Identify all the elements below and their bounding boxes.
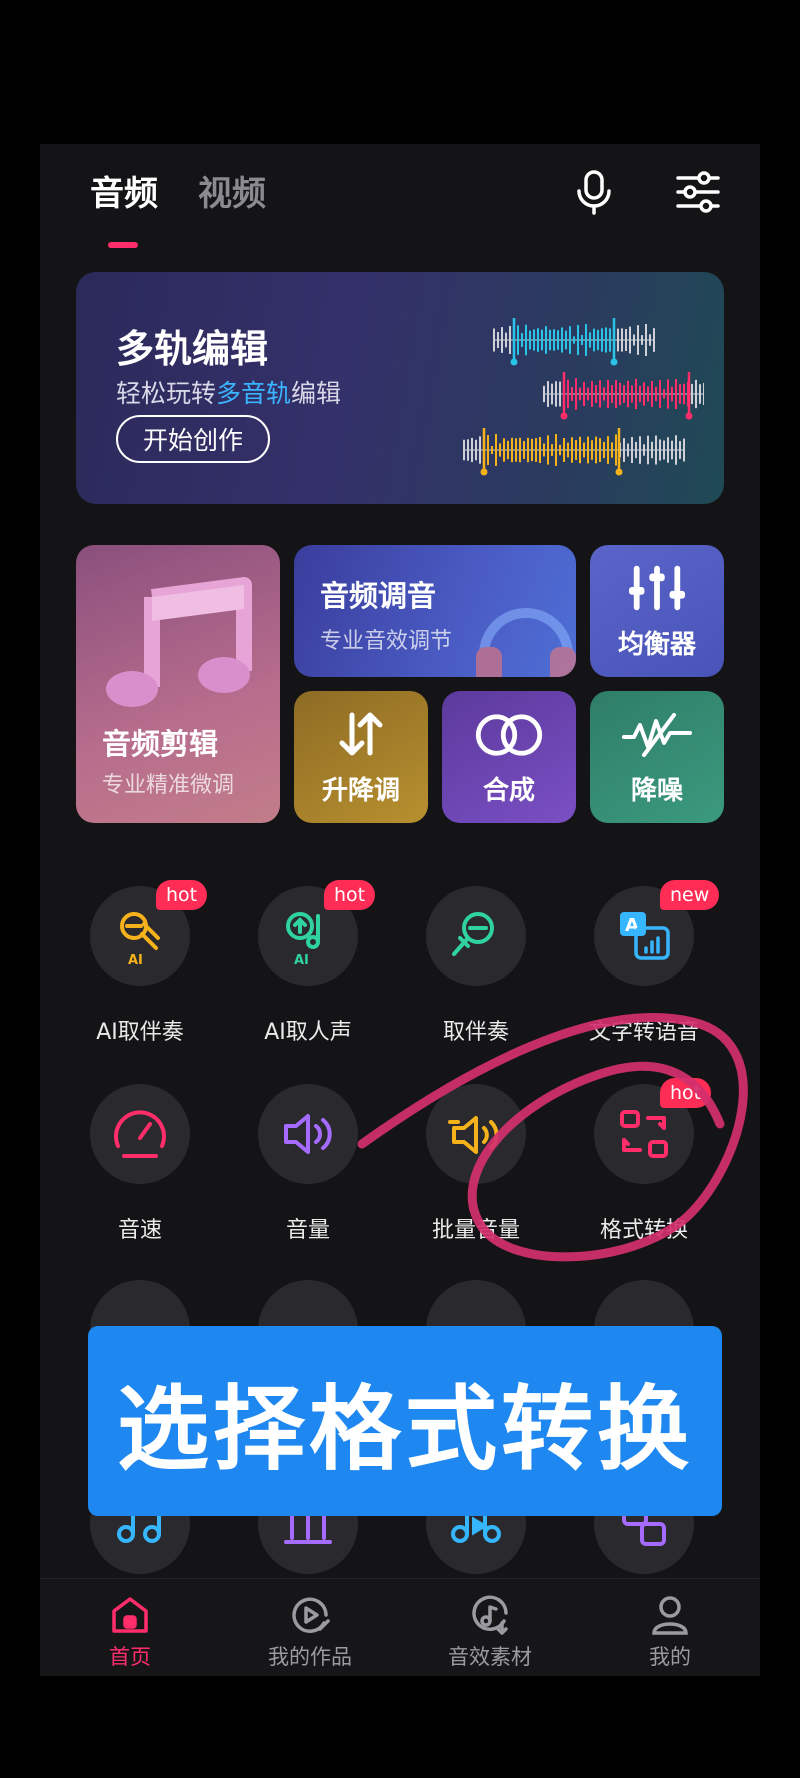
top-tabs: 音频 视频	[90, 166, 266, 248]
sliders-icon[interactable]	[674, 168, 722, 216]
speaker-batch-icon	[448, 1116, 499, 1154]
multitrack-banner[interactable]: 多轨编辑 轻松玩转多音轨编辑 开始创作	[76, 272, 724, 504]
badge-new: new	[660, 880, 720, 910]
mix-card[interactable]: 合成	[442, 691, 576, 823]
nav-label: 音效素材	[448, 1645, 532, 1669]
badge-hot: hot	[660, 1078, 712, 1108]
tool-speed[interactable]: 音速	[56, 1084, 224, 1264]
tool-accompaniment[interactable]: 取伴奏	[392, 886, 560, 1066]
nav-me[interactable]: 我的	[580, 1579, 760, 1676]
wave-marker-dot	[685, 412, 693, 420]
tool-text-to-speech[interactable]: A new 文字转语音	[560, 880, 728, 1066]
tool-label: AI取人声	[264, 1020, 352, 1045]
speaker-icon	[284, 1114, 332, 1154]
headphones-icon	[476, 608, 576, 677]
tool-label: 格式转换	[599, 1218, 688, 1243]
nav-label: 首页	[109, 1645, 151, 1669]
tool-format-convert[interactable]: hot 格式转换	[560, 1078, 728, 1264]
multitrack-waveform-icon	[463, 318, 704, 476]
tool-ai-vocal[interactable]: AI hot AI取人声	[224, 880, 392, 1066]
noise-reduction-title: 降噪	[630, 776, 683, 806]
banner-title: 多轨编辑	[116, 327, 269, 371]
tool-label: 批量音量	[431, 1218, 520, 1243]
wave-marker-dot	[560, 412, 568, 420]
nav-my-works[interactable]: 我的作品	[220, 1579, 400, 1676]
badge-hot: hot	[324, 880, 376, 910]
wave-marker-dot	[510, 358, 518, 366]
bottom-nav: 首页 我的作品 音效素材 我的	[40, 1578, 760, 1676]
overlay-caption: 选择格式转换	[88, 1326, 722, 1516]
tool-label: 文字转语音	[588, 1020, 699, 1045]
tool-circle	[426, 886, 526, 986]
tool-label: AI取伴奏	[96, 1020, 184, 1045]
tool-label: 取伴奏	[442, 1020, 509, 1045]
ai-mic-icon: AI	[120, 912, 160, 966]
tool-ai-accompaniment[interactable]: AI hot AI取伴奏	[56, 880, 224, 1066]
equalizer-card[interactable]: 均衡器	[590, 545, 724, 677]
tool-volume[interactable]: 音量	[224, 1084, 392, 1264]
phone-screen: 音频 视频 多轨编辑 轻松玩转多音轨编辑 开始创作 音频剪辑 专业精准微调 音频…	[40, 144, 760, 1676]
wave-marker-dot	[610, 358, 618, 366]
nav-home[interactable]: 首页	[40, 1579, 220, 1676]
audio-cut-title: 音频剪辑	[102, 727, 219, 761]
audio-cut-card[interactable]: 音频剪辑 专业精准微调	[76, 545, 280, 823]
wave-marker-dot	[615, 468, 623, 476]
pitch-card[interactable]: 升降调	[294, 691, 428, 823]
equalizer-title: 均衡器	[617, 630, 696, 660]
mic-extract-icon	[452, 912, 494, 956]
nav-label: 我的作品	[268, 1645, 352, 1669]
noise-reduction-card[interactable]: 降噪	[590, 691, 724, 823]
nav-label: 我的	[649, 1645, 691, 1669]
tool-circle	[426, 1084, 526, 1184]
music-download-icon	[472, 1595, 508, 1635]
svg-text:AI: AI	[294, 953, 309, 966]
ai-voice-icon: AI	[286, 912, 320, 966]
badge-hot: hot	[156, 880, 208, 910]
pitch-title: 升降调	[321, 776, 400, 806]
tool-label: 音速	[117, 1218, 162, 1243]
tool-circle	[90, 1084, 190, 1184]
equalizer-icon	[628, 565, 686, 611]
start-create-button[interactable]: 开始创作	[116, 415, 270, 463]
tool-batch-volume[interactable]: 批量音量	[392, 1084, 560, 1264]
home-icon	[112, 1597, 148, 1633]
music-note-icon	[106, 577, 252, 707]
microphone-icon[interactable]	[570, 168, 618, 216]
noise-reduction-icon	[622, 713, 692, 757]
tab-video[interactable]: 视频	[198, 166, 266, 222]
header-actions	[570, 168, 722, 216]
audio-cut-subtitle: 专业精准微调	[102, 773, 235, 798]
pitch-arrows-icon	[339, 712, 383, 756]
format-convert-icon	[620, 1110, 668, 1158]
speedometer-icon	[114, 1110, 166, 1158]
mix-title: 合成	[482, 776, 535, 806]
banner-subtitle: 轻松玩转多音轨编辑	[116, 379, 342, 408]
tool-label: 音量	[285, 1218, 330, 1243]
tab-audio[interactable]: 音频	[90, 166, 158, 248]
nav-sound-assets[interactable]: 音效素材	[400, 1579, 580, 1676]
text-to-speech-icon: A	[620, 912, 670, 960]
play-edit-icon	[292, 1597, 330, 1633]
audio-tune-subtitle: 专业音效调节	[320, 629, 453, 654]
audio-tune-title: 音频调音	[320, 579, 437, 613]
wave-marker-dot	[480, 468, 488, 476]
tool-circle	[258, 1084, 358, 1184]
svg-text:AI: AI	[128, 953, 143, 966]
merge-circles-icon	[475, 714, 543, 756]
user-icon	[652, 1596, 688, 1635]
audio-tune-card[interactable]: 音频调音 专业音效调节	[294, 545, 576, 677]
